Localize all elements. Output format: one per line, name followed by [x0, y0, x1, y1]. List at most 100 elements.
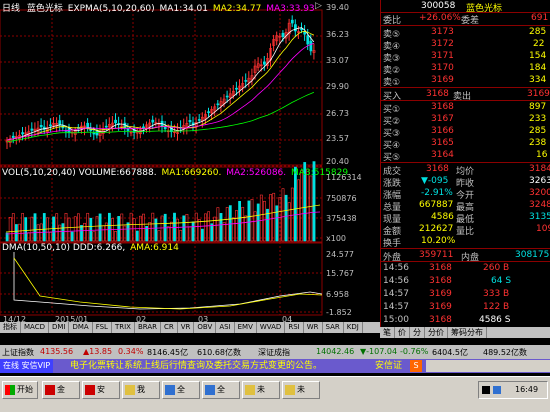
price-tick: 33.07 [326, 56, 349, 65]
tab-tick[interactable]: 笔 [380, 327, 395, 338]
candle [92, 132, 96, 135]
sell-volume: 184 [529, 63, 547, 73]
taskbar-item-label: 我 [137, 385, 145, 394]
tab-emv[interactable]: EMV [235, 322, 257, 333]
volume-bar [8, 217, 12, 242]
volume-tick: 1126314 [326, 173, 362, 182]
tab-chip-distribution[interactable]: 筹码分布 [448, 327, 487, 338]
taskbar-item[interactable]: 金 [42, 381, 80, 399]
tab-dma[interactable]: DMA [69, 322, 93, 333]
taskbar-item[interactable]: 全 [202, 381, 240, 399]
volume-bar [160, 215, 164, 242]
indicator-tab-bar: 指标 MACD DMI DMA FSL TRIX BRAR CR VR OBV … [0, 322, 380, 333]
stat-row: 成交 3168 均价 3184 [381, 164, 550, 177]
network-icon[interactable] [493, 386, 501, 394]
candle [123, 122, 127, 129]
tab-cr[interactable]: CR [161, 322, 178, 333]
volume-bar [114, 231, 118, 242]
weicha-value: 691 [531, 13, 549, 23]
tab-minute[interactable]: 分 [410, 327, 425, 338]
volume-bar [126, 222, 130, 242]
volume-bar [49, 232, 52, 242]
tab-rsi[interactable]: RSI [285, 322, 304, 333]
buy-row[interactable]: 买② 3167 233 [381, 114, 550, 127]
volume-bar [154, 218, 158, 242]
sell-row[interactable]: 卖③ 3171 154 [381, 51, 550, 64]
stat-value: 667887 [419, 200, 454, 210]
tab-sar[interactable]: SAR [323, 322, 344, 333]
sz-index-value: 14042.46 [316, 347, 355, 356]
sz-index-amount: 6404.5亿 [432, 348, 468, 357]
tab-indicator[interactable]: 指标 [0, 322, 21, 333]
tab-obv[interactable]: OBV [194, 322, 217, 333]
volume-bar [86, 212, 90, 242]
volume-bar [244, 215, 248, 242]
news-ticker[interactable]: 在线 安信VIP 电子化票转让系统上线后行情查询及委托交易方式变更的公告。 安信… [0, 359, 550, 373]
sell-row[interactable]: 卖④ 3172 22 [381, 39, 550, 52]
app-icon [45, 385, 55, 395]
tab-asi[interactable]: ASI [216, 322, 235, 333]
buy-row[interactable]: 买④ 3165 238 [381, 138, 550, 151]
stat-value: 109 [536, 224, 550, 234]
taskbar-item[interactable]: 未 [242, 381, 280, 399]
kline-chart-area[interactable]: 日线 蓝色光标 EXPMA(5,10,20,60) MA1:34.01 MA2:… [0, 0, 380, 338]
volume-bar [157, 230, 161, 242]
ma1-label: MA1:34.01 [159, 4, 208, 14]
trade-tick-row: 15:00 3168 4586 S [381, 315, 550, 326]
sh-index-change: ▲13.85 [83, 347, 113, 356]
tab-brar[interactable]: BRAR [135, 322, 161, 333]
sell-row[interactable]: 卖② 3170 184 [381, 63, 550, 76]
tab-fsl[interactable]: FSL [93, 322, 112, 333]
buy-row[interactable]: 买① 3168 897 [381, 102, 550, 115]
volume-bar [309, 175, 313, 242]
online-badge[interactable]: 在线 安信VIP [0, 359, 54, 373]
sh-index-label[interactable]: 上证指数 [2, 347, 34, 358]
taskbar-item[interactable]: 安 [82, 381, 120, 399]
dma-tick: 15.767 [326, 269, 354, 278]
tab-price[interactable]: 价 [395, 327, 410, 338]
start-button[interactable]: 开始 [2, 381, 38, 399]
volume-bar [123, 225, 127, 242]
tab-price-distribution[interactable]: 分价 [425, 327, 448, 338]
sell-row[interactable]: 卖⑤ 3173 285 [381, 27, 550, 40]
tab-vr[interactable]: VR [178, 322, 195, 333]
chart-header: 日线 蓝色光标 EXPMA(5,10,20,60) MA1:34.01 MA2:… [2, 1, 315, 14]
buy-row[interactable]: 买③ 3166 285 [381, 126, 550, 139]
tab-macd[interactable]: MACD [21, 322, 49, 333]
sogou-icon[interactable]: S [410, 360, 422, 372]
candle [11, 135, 15, 138]
clock[interactable]: 16:49 [515, 385, 538, 394]
tab-dmi[interactable]: DMI [49, 322, 70, 333]
stat-row: 现量 4586 最低 3135 [381, 212, 550, 225]
buy-price: 3164 [431, 150, 454, 160]
vol-ma2-label: MA2:526086. [226, 168, 287, 178]
candle [49, 124, 52, 127]
tick-price: 3169 [429, 289, 452, 299]
tab-wr[interactable]: WR [304, 322, 323, 333]
stat-value: 3248 [529, 200, 550, 210]
volume-bar [173, 212, 176, 242]
index-status-bar: 上证指数 4135.56 ▲13.85 0.34% 8146.45亿 610.6… [0, 345, 550, 359]
buy-row[interactable]: 买⑤ 3164 16 [381, 150, 550, 163]
waipan-value: 359711 [419, 250, 454, 260]
taskbar-item[interactable]: 全 [162, 381, 200, 399]
volume-bar [151, 212, 155, 242]
app-icon [85, 385, 95, 395]
toolbar-tray-icons[interactable] [426, 360, 550, 372]
taskbar-item[interactable]: 未 [282, 381, 320, 399]
tab-trix[interactable]: TRIX [112, 322, 135, 333]
speaker-icon[interactable] [482, 386, 490, 394]
buy-sell-price-row: 买入 3168 卖出 3169 [381, 89, 550, 102]
candle [142, 126, 145, 129]
taskbar-item[interactable]: 我 [122, 381, 160, 399]
expand-arrow-icon[interactable]: ▷ [315, 1, 322, 11]
trade-tick-row: 14:57 3169 122 B [381, 302, 550, 313]
sz-index-label[interactable]: 深证成指 [258, 347, 290, 358]
volume-bar [58, 224, 62, 242]
ama-line [13, 257, 323, 310]
tab-kdj[interactable]: KDJ [344, 322, 363, 333]
sell-row[interactable]: 卖① 3169 334 [381, 75, 550, 88]
tab-wvad[interactable]: WVAD [257, 322, 286, 333]
ticker-message[interactable]: 电子化票转让系统上线后行情查询及委托交易方式变更的公告。 [70, 359, 322, 373]
volume-bar [284, 194, 288, 242]
